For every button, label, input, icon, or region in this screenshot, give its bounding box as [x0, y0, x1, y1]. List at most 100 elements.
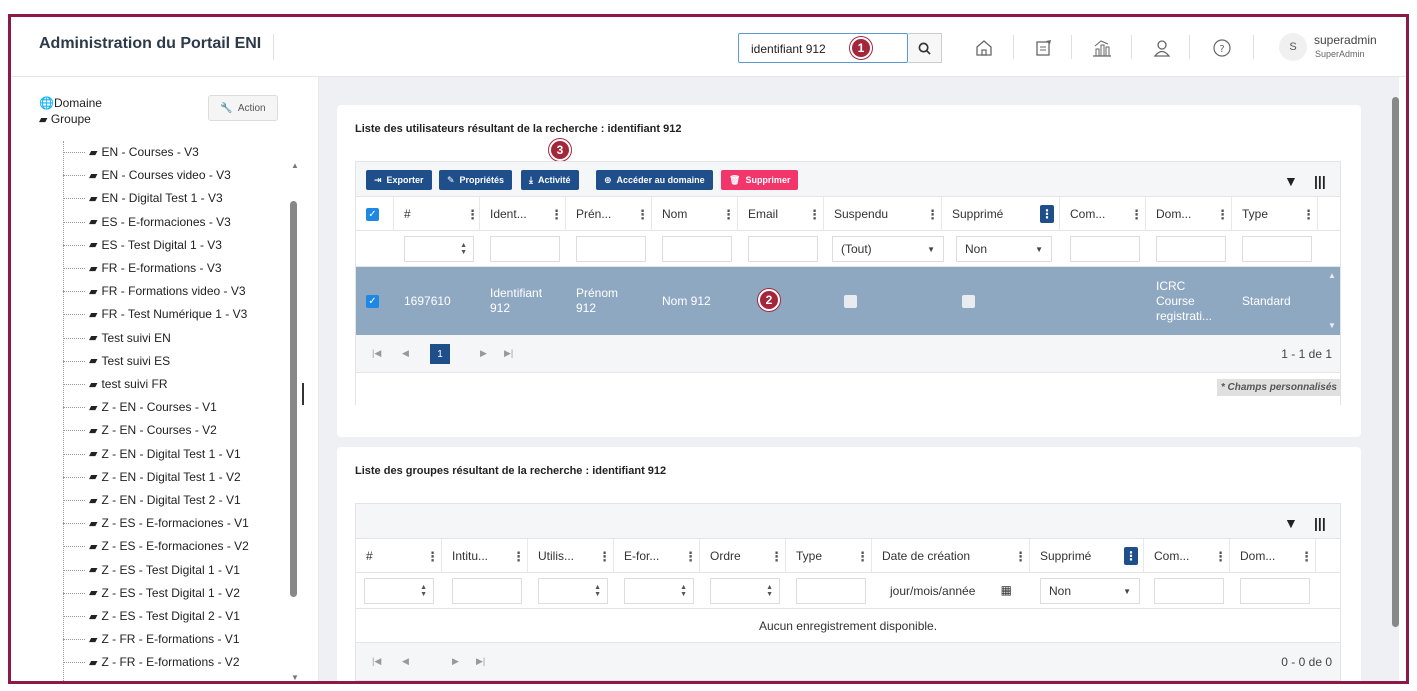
filter-deleted-select[interactable]: Non ▼ — [956, 236, 1052, 262]
tree-item[interactable]: ▰ EN - Digital Test 1 - V3 — [89, 187, 223, 209]
last-page-icon[interactable]: ▶| — [504, 348, 513, 359]
table-row[interactable]: ✓ 1697610 Identifiant 912 Prénom 912 Nom 9… — [356, 267, 1340, 335]
sidebar-scrollbar[interactable] — [290, 201, 297, 597]
edit-note-icon[interactable] — [1031, 35, 1057, 61]
filter-comment[interactable] — [1154, 578, 1224, 604]
filter-users[interactable]: ▲ ▼ — [538, 578, 608, 604]
next-page-icon[interactable]: ▶ — [452, 656, 459, 667]
tree-item[interactable]: ▰ Z - EN - Courses - V2 — [89, 419, 217, 441]
filter-deleted-select[interactable]: Non ▼ — [1040, 578, 1140, 604]
splitter-handle[interactable] — [302, 383, 304, 405]
main-scrollbar[interactable] — [1392, 97, 1399, 627]
search-button[interactable] — [908, 33, 942, 63]
user-name[interactable]: superadmin — [1314, 33, 1377, 47]
column-menu-icon[interactable]: ⋮ — [1302, 207, 1315, 223]
column-menu-icon[interactable]: ⋮ — [426, 549, 439, 565]
column-menu-icon[interactable]: ⋮ — [466, 207, 479, 223]
last-page-icon[interactable]: ▶| — [476, 656, 485, 667]
tree-item[interactable]: ▰ Z - ES - E-formaciones - V1 — [89, 512, 249, 534]
first-page-icon[interactable]: |◀ — [372, 656, 381, 667]
tree-item[interactable]: ▰ Z - EN - Digital Test 2 - V1 — [89, 489, 241, 511]
column-menu-icon[interactable]: ⋮ — [722, 207, 735, 223]
tree-item[interactable]: ▰ Test suivi ES — [89, 350, 170, 372]
column-menu-icon[interactable]: ⋮ — [636, 207, 649, 223]
column-menu-icon[interactable]: ⋮ — [808, 207, 821, 223]
prev-page-icon[interactable]: ◀ — [402, 348, 409, 359]
tree-item[interactable]: ▰ FR - Formations video - V3 — [89, 280, 246, 302]
spinner-icon[interactable]: ▲ ▼ — [680, 584, 687, 598]
tree-item[interactable]: ▰ FR - Test Numérique 1 - V3 — [89, 303, 247, 325]
tree-item[interactable]: ▰ Z - EN - Digital Test 1 - V1 — [89, 443, 241, 465]
filter-type[interactable] — [1242, 236, 1312, 262]
tree-item[interactable]: ▰ Z - EN - Digital Test 1 - V2 — [89, 466, 241, 488]
filter-type[interactable] — [796, 578, 866, 604]
tree-item[interactable]: ▰ Z - ES - Test Digital 1 - V1 — [89, 559, 240, 581]
column-menu-icon-active[interactable]: ⋮ — [1040, 205, 1054, 223]
filter-icon[interactable]: ▼ — [1284, 173, 1298, 189]
column-menu-icon[interactable]: ⋮ — [550, 207, 563, 223]
columns-icon[interactable]: ||| — [1314, 515, 1326, 531]
filter-suspended-select[interactable]: (Tout) ▼ — [832, 236, 944, 262]
filter-eformations[interactable]: ▲ ▼ — [624, 578, 694, 604]
action-button[interactable]: 🔧 Action — [208, 95, 278, 121]
activity-button[interactable]: ⤓ Activité — [521, 170, 579, 190]
statistics-icon[interactable] — [1089, 35, 1115, 61]
column-menu-icon[interactable]: ⋮ — [926, 207, 939, 223]
filter-domain[interactable] — [1240, 578, 1310, 604]
select-all-checkbox[interactable]: ✓ — [366, 207, 379, 221]
tree-item[interactable]: ▰ EN - Courses video - V3 — [89, 164, 231, 186]
tree-item[interactable]: ▰ test suivi FR — [89, 373, 167, 395]
column-menu-icon[interactable]: ⋮ — [1300, 549, 1313, 565]
spinner-icon[interactable]: ▲ ▼ — [460, 242, 467, 256]
access-domain-button[interactable]: ⊕ Accéder au domaine — [596, 170, 713, 190]
filter-email[interactable] — [748, 236, 818, 262]
filter-lastname[interactable] — [662, 236, 732, 262]
home-icon[interactable] — [971, 35, 997, 61]
group-node[interactable]: ▰ Groupe — [39, 111, 102, 128]
column-menu-icon[interactable]: ⋮ — [598, 549, 611, 565]
filter-firstname[interactable] — [576, 236, 646, 262]
properties-button[interactable]: ✎ Propriétés — [439, 170, 513, 190]
filter-title[interactable] — [452, 578, 522, 604]
tree-item[interactable]: ▰ ES - E-formaciones - V3 — [89, 211, 231, 233]
first-page-icon[interactable]: |◀ — [372, 348, 381, 359]
filter-order[interactable]: ▲ ▼ — [710, 578, 780, 604]
column-menu-icon[interactable]: ⋮ — [1130, 207, 1143, 223]
export-button[interactable]: ⇥ Exporter — [366, 170, 432, 190]
page-1-button[interactable]: 1 — [430, 344, 450, 364]
tree-item[interactable]: ▰ Z - EN - Courses - V1 — [89, 396, 217, 418]
domain-node[interactable]: 🌐Domaine — [39, 95, 102, 111]
filter-identifier[interactable] — [490, 236, 560, 262]
spinner-icon[interactable]: ▲ ▼ — [594, 584, 601, 598]
row-scroll-down[interactable]: ▼ — [1328, 321, 1336, 330]
tree-item[interactable]: ▰ ES - Test Digital 1 - V3 — [89, 234, 222, 256]
column-menu-icon[interactable]: ⋮ — [1216, 207, 1229, 223]
user-icon[interactable] — [1149, 35, 1175, 61]
column-menu-icon-active[interactable]: ⋮ — [1124, 547, 1138, 565]
select-all-cell[interactable]: ✓ — [356, 197, 394, 231]
spinner-icon[interactable]: ▲ ▼ — [420, 584, 427, 598]
row-checkbox[interactable]: ✓ — [366, 294, 379, 308]
column-menu-icon[interactable]: ⋮ — [770, 549, 783, 565]
column-menu-icon[interactable]: ⋮ — [1014, 549, 1027, 565]
columns-icon[interactable]: ||| — [1314, 173, 1326, 189]
tree-item[interactable]: ▰ Z - ES - Test Digital 1 - V2 — [89, 582, 240, 604]
search-input[interactable]: identifiant 912 — [738, 33, 908, 63]
next-page-icon[interactable]: ▶ — [480, 348, 487, 359]
filter-number[interactable]: ▲ ▼ — [364, 578, 434, 604]
help-icon[interactable]: ? — [1209, 35, 1235, 61]
delete-button[interactable]: 🗑 Supprimer — [721, 170, 799, 190]
tree-item[interactable]: ▰ Test suivi EN — [89, 327, 171, 349]
row-scroll-up[interactable]: ▲ — [1328, 271, 1336, 280]
spinner-icon[interactable]: ▲ ▼ — [766, 584, 773, 598]
col-suspended[interactable]: Suspendu — [824, 197, 942, 231]
avatar[interactable]: S — [1279, 33, 1307, 61]
tree-item[interactable]: ▰ EN - Courses - V3 — [89, 141, 199, 163]
tree-item[interactable]: ▰ FR - E-formations - V3 — [89, 257, 222, 279]
prev-page-icon[interactable]: ◀ — [402, 656, 409, 667]
filter-number[interactable]: ▲ ▼ — [404, 236, 474, 262]
tree-item[interactable]: ▰ Z - ES - Test Digital 2 - V1 — [89, 605, 240, 627]
filter-domain[interactable] — [1156, 236, 1226, 262]
filter-comment[interactable] — [1070, 236, 1140, 262]
column-menu-icon[interactable]: ⋮ — [684, 549, 697, 565]
